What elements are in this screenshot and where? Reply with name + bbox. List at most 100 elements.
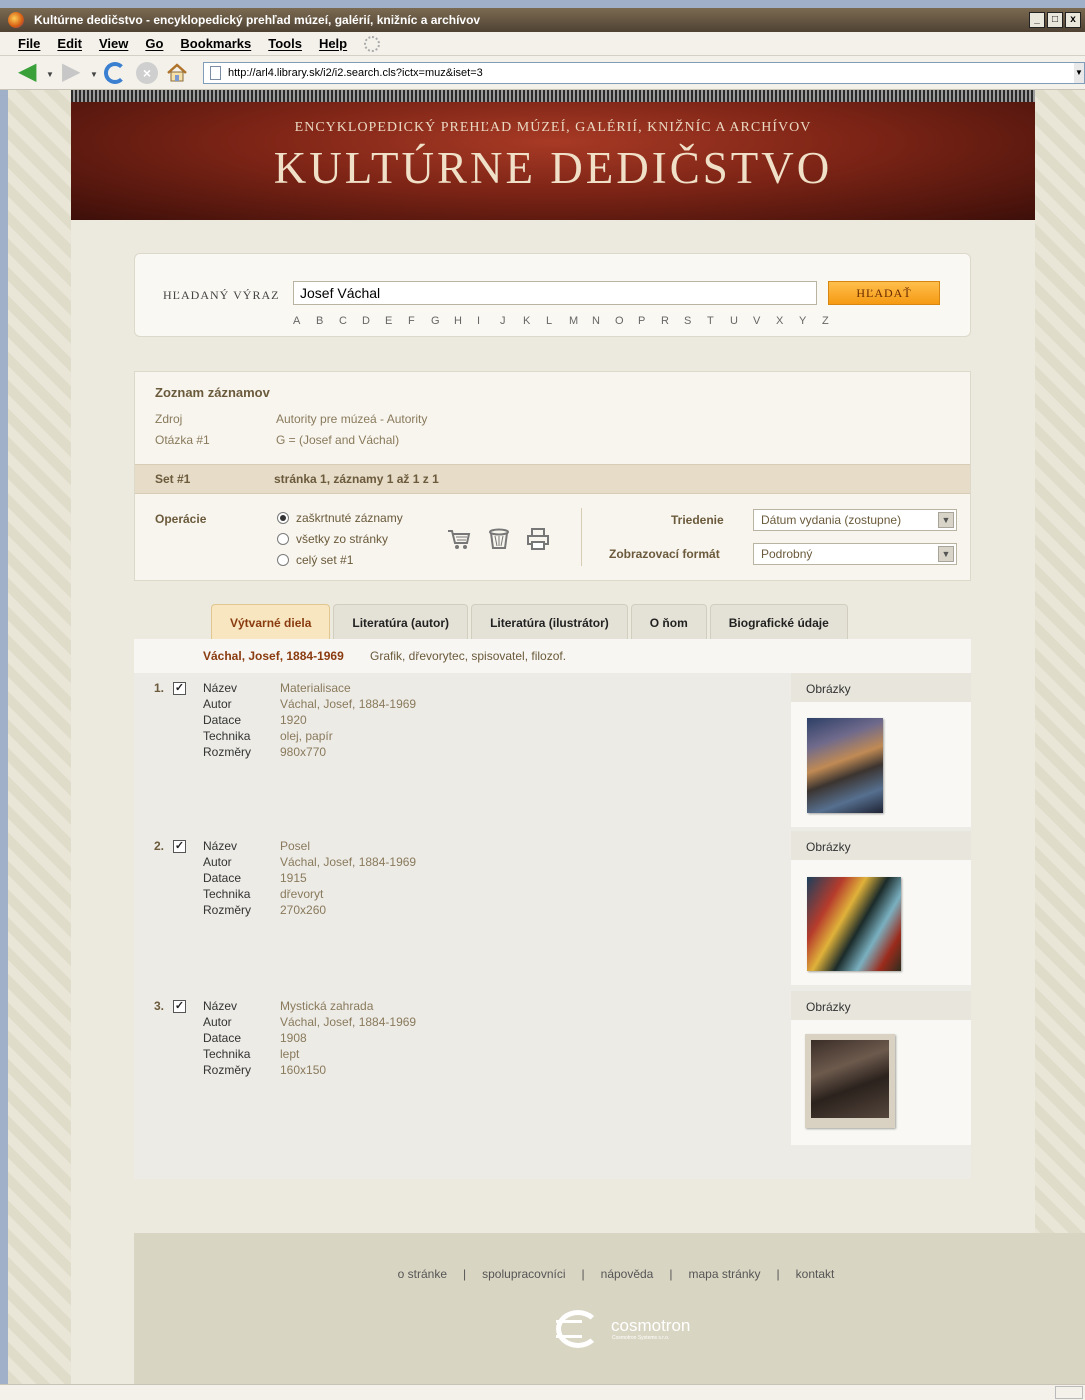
radio-button[interactable]: [277, 554, 289, 566]
radio-whole-set[interactable]: celý set #1: [277, 553, 353, 567]
artwork-thumbnail[interactable]: [807, 877, 901, 971]
alphabet-letter-s[interactable]: S: [682, 315, 705, 327]
format-value: Podrobný: [761, 547, 813, 561]
sort-label: Triedenie: [671, 513, 724, 527]
footer-link-partners[interactable]: spolupracovníci: [482, 1267, 565, 1281]
tab-artworks[interactable]: Výtvarné diela: [211, 604, 331, 639]
search-input[interactable]: [293, 281, 817, 305]
alphabet-letter-r[interactable]: R: [659, 315, 682, 327]
value-author: Váchal, Josef, 1884-1969: [280, 1015, 417, 1029]
alphabet-letter-c[interactable]: C: [337, 315, 360, 327]
image-container: [791, 702, 971, 827]
label-title: Název: [203, 681, 238, 695]
alphabet-letter-k[interactable]: K: [521, 315, 544, 327]
close-button[interactable]: x: [1065, 12, 1081, 28]
alphabet-letter-y[interactable]: Y: [797, 315, 820, 327]
decorative-pattern-left: [8, 90, 71, 1384]
menu-help[interactable]: Help: [319, 36, 347, 51]
alphabet-letter-t[interactable]: T: [705, 315, 728, 327]
records-panel: Zoznam záznamov Zdroj Autority pre múzeá…: [134, 371, 971, 581]
tab-literature-illustrator[interactable]: Literatúra (ilustrátor): [471, 604, 628, 639]
sort-value: Dátum vydania (zostupne): [761, 513, 902, 527]
menu-edit[interactable]: Edit: [57, 36, 82, 51]
alphabet-letter-b[interactable]: B: [314, 315, 337, 327]
menu-bar: File Edit View Go Bookmarks Tools Help: [0, 32, 1085, 56]
forward-arrow-icon[interactable]: ▶: [62, 60, 84, 84]
menu-bookmarks[interactable]: Bookmarks: [180, 36, 251, 51]
record-number: 2.: [154, 839, 165, 853]
alphabet-letter-v[interactable]: V: [751, 315, 774, 327]
radio-label: zaškrtnuté záznamy: [296, 511, 403, 525]
throbber-icon: [364, 35, 381, 52]
address-dropdown-icon[interactable]: ▼: [1074, 63, 1084, 83]
menu-view[interactable]: View: [99, 36, 128, 51]
forward-dropdown-icon[interactable]: ▼: [90, 70, 98, 79]
cosmotron-bars-icon: [556, 1320, 582, 1338]
alphabet-letter-o[interactable]: O: [613, 315, 636, 327]
search-panel: HĽADANÝ VÝRAZ HĽADAŤ ABCDEFGHIJKLMNOPRST…: [134, 253, 971, 337]
footer-link-contact[interactable]: kontakt: [796, 1267, 835, 1281]
record-checkbox[interactable]: ✓: [173, 1000, 186, 1013]
trash-bin-icon[interactable]: [487, 528, 511, 550]
chevron-down-icon[interactable]: ▼: [938, 546, 954, 562]
alphabet-letter-e[interactable]: E: [383, 315, 406, 327]
alphabet-letter-p[interactable]: P: [636, 315, 659, 327]
home-icon[interactable]: [166, 62, 188, 84]
shopping-cart-icon[interactable]: [447, 528, 471, 550]
footer-separator: |: [463, 1267, 467, 1281]
footer-link-about[interactable]: o stránke: [398, 1267, 447, 1281]
label-author: Autor: [203, 1015, 232, 1029]
stop-icon[interactable]: ×: [136, 62, 158, 84]
tab-biography[interactable]: Biografické údaje: [709, 604, 848, 639]
radio-all-on-page[interactable]: všetky zo stránky: [277, 532, 388, 546]
maximize-button[interactable]: □: [1047, 12, 1063, 28]
sort-select[interactable]: Dátum vydania (zostupne) ▼: [753, 509, 957, 531]
tab-about-him[interactable]: O ňom: [630, 604, 707, 639]
author-name[interactable]: Váchal, Josef, 1884-1969: [203, 639, 344, 673]
alphabet-letter-d[interactable]: D: [360, 315, 383, 327]
menu-file[interactable]: File: [18, 36, 40, 51]
alphabet-letter-l[interactable]: L: [544, 315, 567, 327]
menu-go[interactable]: Go: [145, 36, 163, 51]
printer-icon[interactable]: [526, 528, 550, 550]
format-select[interactable]: Podrobný ▼: [753, 543, 957, 565]
set-label: Set #1: [155, 472, 191, 486]
radio-button[interactable]: [277, 533, 289, 545]
radio-button[interactable]: [277, 512, 289, 524]
radio-checked-records[interactable]: zaškrtnuté záznamy: [277, 511, 403, 525]
alphabet-letter-j[interactable]: J: [498, 315, 521, 327]
minimize-button[interactable]: _: [1029, 12, 1045, 28]
artwork-thumbnail[interactable]: [805, 1034, 895, 1128]
artwork-thumbnail[interactable]: [807, 718, 883, 813]
alphabet-letter-z[interactable]: Z: [820, 315, 843, 327]
back-arrow-icon[interactable]: ◀: [18, 60, 40, 84]
tab-literature-author[interactable]: Literatúra (autor): [333, 604, 469, 639]
footer-link-sitemap[interactable]: mapa stránky: [688, 1267, 760, 1281]
menu-tools[interactable]: Tools: [268, 36, 302, 51]
address-bar[interactable]: http://arl4.library.sk/i2/i2.search.cls?…: [203, 62, 1085, 84]
alphabet-letter-f[interactable]: F: [406, 315, 429, 327]
site-banner: ENCYKLOPEDICKÝ PREHĽAD MÚZEÍ, GALÉRIÍ, K…: [71, 90, 1035, 220]
alphabet-letter-i[interactable]: I: [475, 315, 498, 327]
label-dimensions: Rozměry: [203, 745, 252, 759]
reload-icon[interactable]: [104, 62, 126, 84]
record-checkbox[interactable]: ✓: [173, 840, 186, 853]
image-container: [791, 860, 971, 985]
banner-subtitle: ENCYKLOPEDICKÝ PREHĽAD MÚZEÍ, GALÉRIÍ, K…: [294, 120, 812, 135]
alphabet-letter-x[interactable]: X: [774, 315, 797, 327]
footer-link-help[interactable]: nápověda: [601, 1267, 654, 1281]
chevron-down-icon[interactable]: ▼: [938, 512, 954, 528]
set-info: stránka 1, záznamy 1 až 1 z 1: [274, 472, 439, 486]
status-panel: [1055, 1386, 1083, 1399]
alphabet-letter-u[interactable]: U: [728, 315, 751, 327]
alphabet-letter-m[interactable]: M: [567, 315, 590, 327]
alphabet-letter-g[interactable]: G: [429, 315, 452, 327]
search-button[interactable]: HĽADAŤ: [828, 281, 940, 305]
back-dropdown-icon[interactable]: ▼: [46, 70, 54, 79]
alphabet-letter-a[interactable]: A: [291, 315, 314, 327]
alphabet-letter-n[interactable]: N: [590, 315, 613, 327]
images-label: Obrázky: [791, 991, 971, 1020]
cosmotron-logo[interactable]: cosmotron Cosmotron Systems s.r.o.: [556, 1306, 696, 1352]
alphabet-letter-h[interactable]: H: [452, 315, 475, 327]
record-checkbox[interactable]: ✓: [173, 682, 186, 695]
